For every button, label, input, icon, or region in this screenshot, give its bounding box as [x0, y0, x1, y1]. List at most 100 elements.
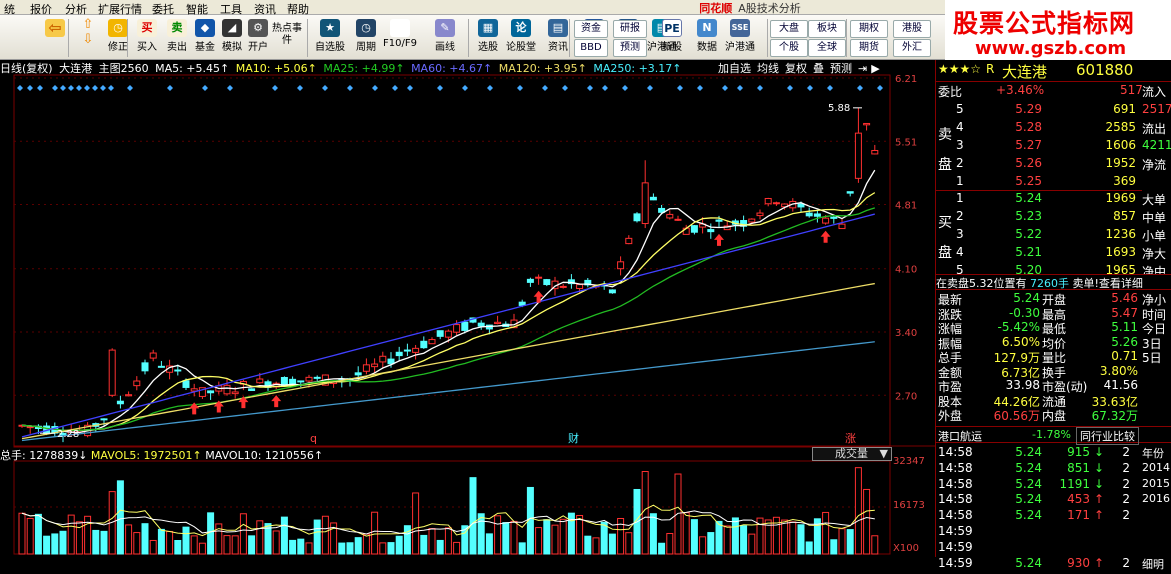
signal-diamond — [322, 85, 328, 91]
back-arrow-button[interactable]: ⇦ — [40, 17, 70, 59]
sector-name[interactable]: 港口航运 — [938, 428, 982, 444]
candles — [18, 107, 879, 443]
toolbar-button-11[interactable]: 论论股堂 — [504, 17, 538, 59]
volume-bar — [535, 527, 543, 555]
market-button-22[interactable]: 期权 — [850, 20, 888, 38]
candle-body — [625, 237, 633, 245]
quote-cell: 2014 — [1142, 460, 1170, 474]
volume-bar — [838, 528, 846, 555]
volume-bar — [239, 513, 247, 555]
volume-bar — [395, 535, 403, 555]
toolbar-button-8[interactable]: F10/F9 — [383, 17, 417, 59]
research-button[interactable]: 研报 — [613, 20, 647, 38]
market-button-19[interactable]: 个股 — [770, 39, 808, 57]
market-button-20[interactable]: 板块 — [808, 20, 846, 38]
kline-chart[interactable]: 6.21 5.51 4.81 4.10 3.40 2.70 5.88 2.28 q 财 涨 32347… — [0, 60, 935, 557]
volume-bar — [100, 530, 108, 555]
new-stock-button[interactable]: N 数据 — [690, 17, 724, 59]
candle-body — [379, 355, 387, 363]
volume-bar — [453, 541, 461, 555]
event-marker-1[interactable]: 财 — [568, 431, 579, 445]
candle-body — [256, 378, 264, 384]
volume-bar — [863, 488, 871, 555]
market-button-18[interactable]: 大盘 — [770, 20, 808, 38]
event-marker-2[interactable]: 涨 — [845, 432, 856, 445]
toolbar-label-12: 资讯 — [548, 42, 568, 53]
toolbar-button-10[interactable]: ▦ 选股 — [471, 17, 505, 59]
price-tick-label: 2.70 — [895, 391, 917, 402]
quote-cell: 外盘 — [938, 409, 963, 423]
quote-cell: 5.26 — [1111, 334, 1138, 349]
bbd-button[interactable]: BBD — [574, 39, 608, 57]
toolbar-separator — [569, 19, 570, 57]
toolbar-button-5[interactable]: 热点事件 — [270, 17, 304, 59]
signal-diamond — [76, 85, 82, 91]
volume-bars — [18, 467, 879, 555]
buy-level-1: 1 5.24 1969 大单 — [936, 191, 1171, 209]
hk-connect-button[interactable]: SSE HK 沪港通 — [722, 17, 758, 59]
app-title-text: A股技术分析 — [738, 2, 801, 15]
toolbar-label-8: F10/F9 — [383, 38, 417, 49]
event-marker-0[interactable]: q — [310, 432, 317, 445]
volume-bar — [805, 541, 813, 555]
volume-bar — [280, 516, 288, 555]
candle-body — [649, 196, 657, 201]
toolbar-button-9[interactable]: ✎ 画线 — [428, 17, 462, 59]
quote-cell: 净大 — [1142, 247, 1167, 261]
quote-cell: 5 — [956, 102, 964, 116]
volume-bar — [846, 529, 854, 555]
market-button-24[interactable]: 港股 — [893, 20, 931, 38]
volume-bar — [830, 539, 838, 555]
candle-body — [854, 132, 862, 179]
toolbar-button-0[interactable]: 买买入 — [130, 17, 164, 59]
toolbar-icon-2: ◆ — [195, 19, 215, 37]
up-down-button[interactable]: ⇧ ⇩ — [75, 17, 101, 59]
dropdown-arrow-icon: ▼ — [879, 447, 888, 460]
quote-cell: 5.23 — [1015, 209, 1042, 223]
candle-body — [182, 380, 190, 388]
quote-cell: 14:58 — [938, 492, 973, 507]
market-button-23[interactable]: 期货 — [850, 39, 888, 57]
fund-button[interactable]: 资金 — [574, 20, 608, 38]
quote-cell: 4 — [956, 120, 964, 134]
volume-indicator-select[interactable]: 成交量 ▼ — [812, 447, 892, 461]
quote-cell: 691 — [1113, 102, 1136, 116]
market-button-25[interactable]: 外汇 — [893, 39, 931, 57]
quote-cell: 内盘 — [1042, 409, 1067, 423]
toolbar-separator — [68, 19, 69, 57]
divider — [936, 81, 1171, 82]
r-badge: R — [986, 62, 995, 76]
price-tick-label: 6.21 — [895, 74, 917, 85]
quote-cell: 2585 — [1105, 120, 1136, 134]
volume-bar — [387, 542, 395, 555]
quote-cell: -5.42% — [997, 320, 1040, 334]
volume-bar — [707, 532, 715, 555]
quote-cell: 453 — [1067, 492, 1090, 507]
candle-body — [223, 384, 231, 395]
quote-cell: ↓ — [1094, 460, 1105, 475]
volume-bar — [305, 542, 313, 555]
big-order-alert[interactable]: 在卖盘5.32位置有 7260手 卖单!查看详细 — [936, 274, 1171, 290]
signal-diamond — [84, 85, 90, 91]
candle-body — [313, 376, 321, 379]
candle-body — [297, 380, 305, 383]
market-button-21[interactable]: 全球 — [808, 39, 846, 57]
toolbar-button-7[interactable]: ◷ 周期 — [349, 17, 383, 59]
forecast-button[interactable]: 预测 — [613, 39, 647, 57]
signal-diamond — [127, 85, 133, 91]
vol-mavol5: MAVOL5: 1972501↑ — [90, 449, 202, 462]
peer-compare-button[interactable]: 同行业比较 — [1076, 427, 1139, 445]
toolbar-button-6[interactable]: ★ 自选股 — [313, 17, 347, 59]
quote-cell: 小单 — [1142, 229, 1167, 243]
candle-body — [526, 278, 534, 283]
quote-cell: 5.28 — [1015, 120, 1042, 134]
candle-body — [362, 364, 370, 372]
toolbar-label-10: 选股 — [478, 42, 498, 53]
candle-body — [641, 182, 649, 225]
quote-cell: 5.46 — [1111, 291, 1138, 305]
data-button[interactable]: PE 新股 — [655, 17, 689, 59]
signal-diamond — [487, 85, 493, 91]
quote-cell: ↓ — [1094, 445, 1105, 459]
volume-bar — [477, 513, 485, 555]
toolbar-separator — [468, 19, 469, 57]
